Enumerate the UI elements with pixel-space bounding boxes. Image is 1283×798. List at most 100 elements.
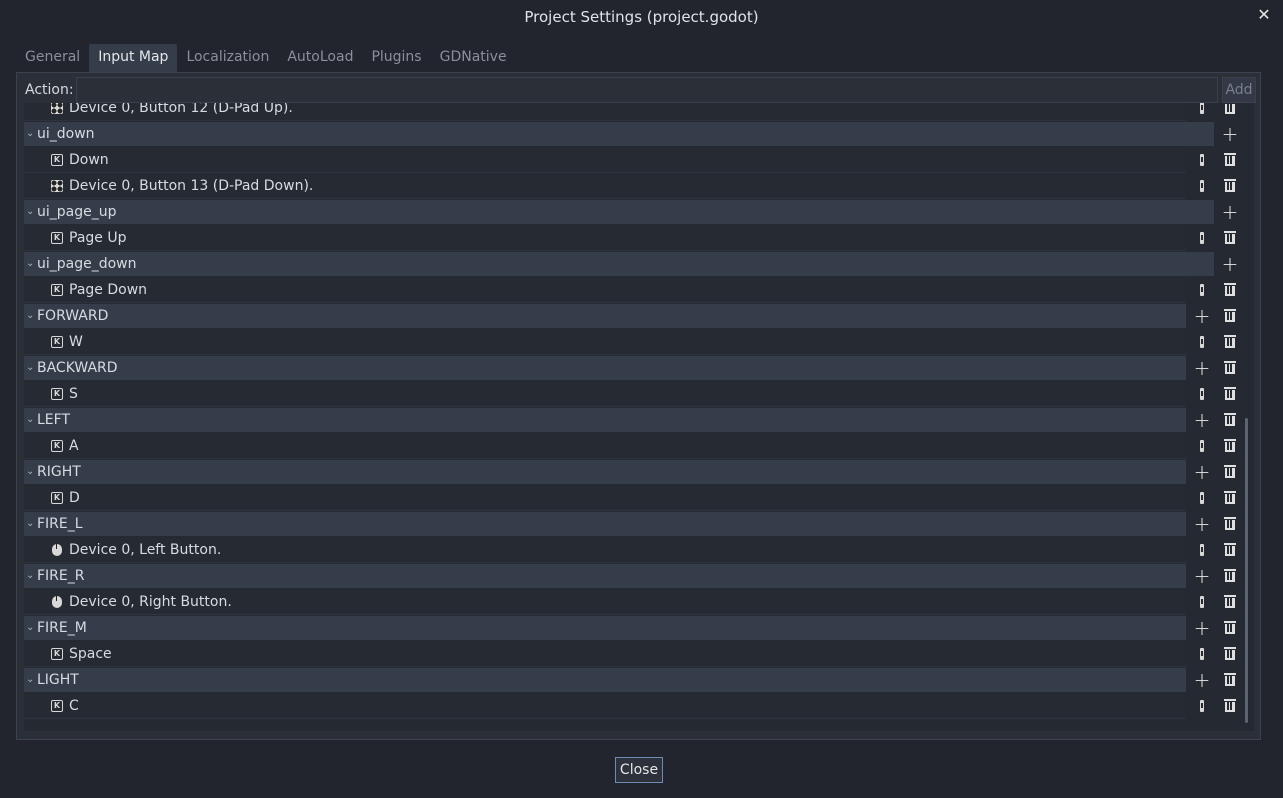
- row-background: [24, 616, 1186, 640]
- chevron-down-icon[interactable]: ⌄: [26, 459, 34, 485]
- event-row[interactable]: KD: [24, 485, 1254, 511]
- event-row[interactable]: Device 0, Button 13 (D-Pad Down).: [24, 173, 1254, 199]
- tab-localization[interactable]: Localization: [177, 44, 278, 72]
- delete-action-icon[interactable]: [1220, 358, 1240, 378]
- event-row[interactable]: Device 0, Button 12 (D-Pad Up).: [24, 103, 1254, 121]
- add-event-icon[interactable]: +: [1192, 410, 1212, 430]
- delete-event-icon[interactable]: [1220, 488, 1240, 508]
- event-row[interactable]: K Page Up: [24, 225, 1254, 251]
- action-row[interactable]: ⌄ BACKWARD +: [24, 355, 1254, 381]
- row-background: [24, 694, 1186, 719]
- edit-event-icon[interactable]: [1192, 280, 1212, 300]
- event-row[interactable]: KC: [24, 693, 1254, 719]
- tab-input-map[interactable]: Input Map: [89, 44, 178, 72]
- action-row[interactable]: ⌄ ui_page_down +: [24, 251, 1254, 277]
- close-button[interactable]: Close: [615, 757, 663, 783]
- edit-event-icon[interactable]: [1192, 384, 1212, 404]
- chevron-down-icon[interactable]: ⌄: [26, 303, 34, 329]
- event-label: S: [69, 386, 78, 402]
- edit-event-icon[interactable]: [1192, 228, 1212, 248]
- action-row[interactable]: ⌄ FIRE_M +: [24, 615, 1254, 641]
- delete-event-icon[interactable]: [1220, 280, 1240, 300]
- delete-action-icon[interactable]: [1220, 306, 1240, 326]
- edit-event-icon[interactable]: [1192, 176, 1212, 196]
- add-event-icon[interactable]: +: [1192, 306, 1212, 326]
- add-event-icon[interactable]: +: [1192, 514, 1212, 534]
- event-row[interactable]: K Down: [24, 147, 1254, 173]
- event-row[interactable]: KW: [24, 329, 1254, 355]
- edit-event-icon[interactable]: [1192, 332, 1212, 352]
- chevron-down-icon[interactable]: ⌄: [26, 563, 34, 589]
- tab-gdnative[interactable]: GDNative: [431, 44, 516, 72]
- delete-action-icon[interactable]: [1220, 566, 1240, 586]
- action-row[interactable]: ⌄ ui_page_up +: [24, 199, 1254, 225]
- delete-event-icon[interactable]: [1220, 644, 1240, 664]
- edit-event-icon[interactable]: [1192, 436, 1212, 456]
- chevron-down-icon[interactable]: ⌄: [26, 251, 34, 277]
- delete-event-icon[interactable]: [1220, 228, 1240, 248]
- mouse-icon: [52, 596, 62, 608]
- chevron-down-icon[interactable]: ⌄: [26, 667, 34, 693]
- event-row[interactable]: Device 0, Right Button.: [24, 589, 1254, 615]
- action-name-input[interactable]: [76, 77, 1218, 103]
- delete-action-icon[interactable]: [1220, 670, 1240, 690]
- action-row[interactable]: ⌄ LEFT +: [24, 407, 1254, 433]
- window-title: Project Settings (project.godot): [524, 8, 759, 26]
- action-row[interactable]: ⌄ FORWARD +: [24, 303, 1254, 329]
- add-event-icon[interactable]: +: [1220, 124, 1240, 144]
- settings-tabs: General Input Map Localization AutoLoad Plug…: [16, 44, 516, 72]
- delete-action-icon[interactable]: [1220, 514, 1240, 534]
- edit-event-icon[interactable]: [1192, 644, 1212, 664]
- chevron-down-icon[interactable]: ⌄: [26, 199, 34, 225]
- event-row[interactable]: K Page Down: [24, 277, 1254, 303]
- add-event-icon[interactable]: +: [1192, 566, 1212, 586]
- delete-event-icon[interactable]: [1220, 384, 1240, 404]
- chevron-down-icon[interactable]: ⌄: [26, 355, 34, 381]
- action-row[interactable]: ⌄ FIRE_L +: [24, 511, 1254, 537]
- event-row[interactable]: KA: [24, 433, 1254, 459]
- add-event-icon[interactable]: +: [1192, 462, 1212, 482]
- event-row[interactable]: K Space: [24, 641, 1254, 667]
- delete-event-icon[interactable]: [1220, 176, 1240, 196]
- action-row[interactable]: ⌄ ui_down +: [24, 121, 1254, 147]
- delete-action-icon[interactable]: [1220, 618, 1240, 638]
- delete-action-icon[interactable]: [1220, 410, 1240, 430]
- chevron-down-icon[interactable]: ⌄: [26, 407, 34, 433]
- action-name: FIRE_R: [37, 568, 85, 584]
- event-label: C: [69, 698, 79, 714]
- chevron-down-icon[interactable]: ⌄: [26, 121, 34, 147]
- action-row[interactable]: ⌄ RIGHT +: [24, 459, 1254, 485]
- delete-event-icon[interactable]: [1220, 696, 1240, 716]
- edit-event-icon[interactable]: [1192, 103, 1212, 118]
- event-label: A: [69, 438, 79, 454]
- delete-event-icon[interactable]: [1220, 592, 1240, 612]
- add-event-icon[interactable]: +: [1192, 358, 1212, 378]
- tab-plugins[interactable]: Plugins: [362, 44, 430, 72]
- close-icon[interactable]: ✕: [1255, 6, 1273, 24]
- edit-event-icon[interactable]: [1192, 540, 1212, 560]
- add-event-icon[interactable]: +: [1220, 202, 1240, 222]
- add-action-button[interactable]: Add: [1222, 77, 1256, 103]
- event-row[interactable]: Device 0, Left Button.: [24, 537, 1254, 563]
- chevron-down-icon[interactable]: ⌄: [26, 511, 34, 537]
- action-row[interactable]: ⌄ FIRE_R +: [24, 563, 1254, 589]
- add-event-icon[interactable]: +: [1192, 618, 1212, 638]
- delete-action-icon[interactable]: [1220, 462, 1240, 482]
- delete-event-icon[interactable]: [1220, 103, 1240, 118]
- delete-event-icon[interactable]: [1220, 332, 1240, 352]
- delete-event-icon[interactable]: [1220, 150, 1240, 170]
- add-event-icon[interactable]: +: [1192, 670, 1212, 690]
- chevron-down-icon[interactable]: ⌄: [26, 615, 34, 641]
- action-row[interactable]: ⌄ LIGHT +: [24, 667, 1254, 693]
- edit-event-icon[interactable]: [1192, 696, 1212, 716]
- delete-event-icon[interactable]: [1220, 436, 1240, 456]
- tab-general[interactable]: General: [16, 44, 89, 72]
- add-event-icon[interactable]: +: [1220, 254, 1240, 274]
- edit-event-icon[interactable]: [1192, 592, 1212, 612]
- edit-event-icon[interactable]: [1192, 488, 1212, 508]
- event-row[interactable]: KS: [24, 381, 1254, 407]
- delete-event-icon[interactable]: [1220, 540, 1240, 560]
- action-name: BACKWARD: [37, 360, 118, 376]
- tab-autoload[interactable]: AutoLoad: [278, 44, 362, 72]
- edit-event-icon[interactable]: [1192, 150, 1212, 170]
